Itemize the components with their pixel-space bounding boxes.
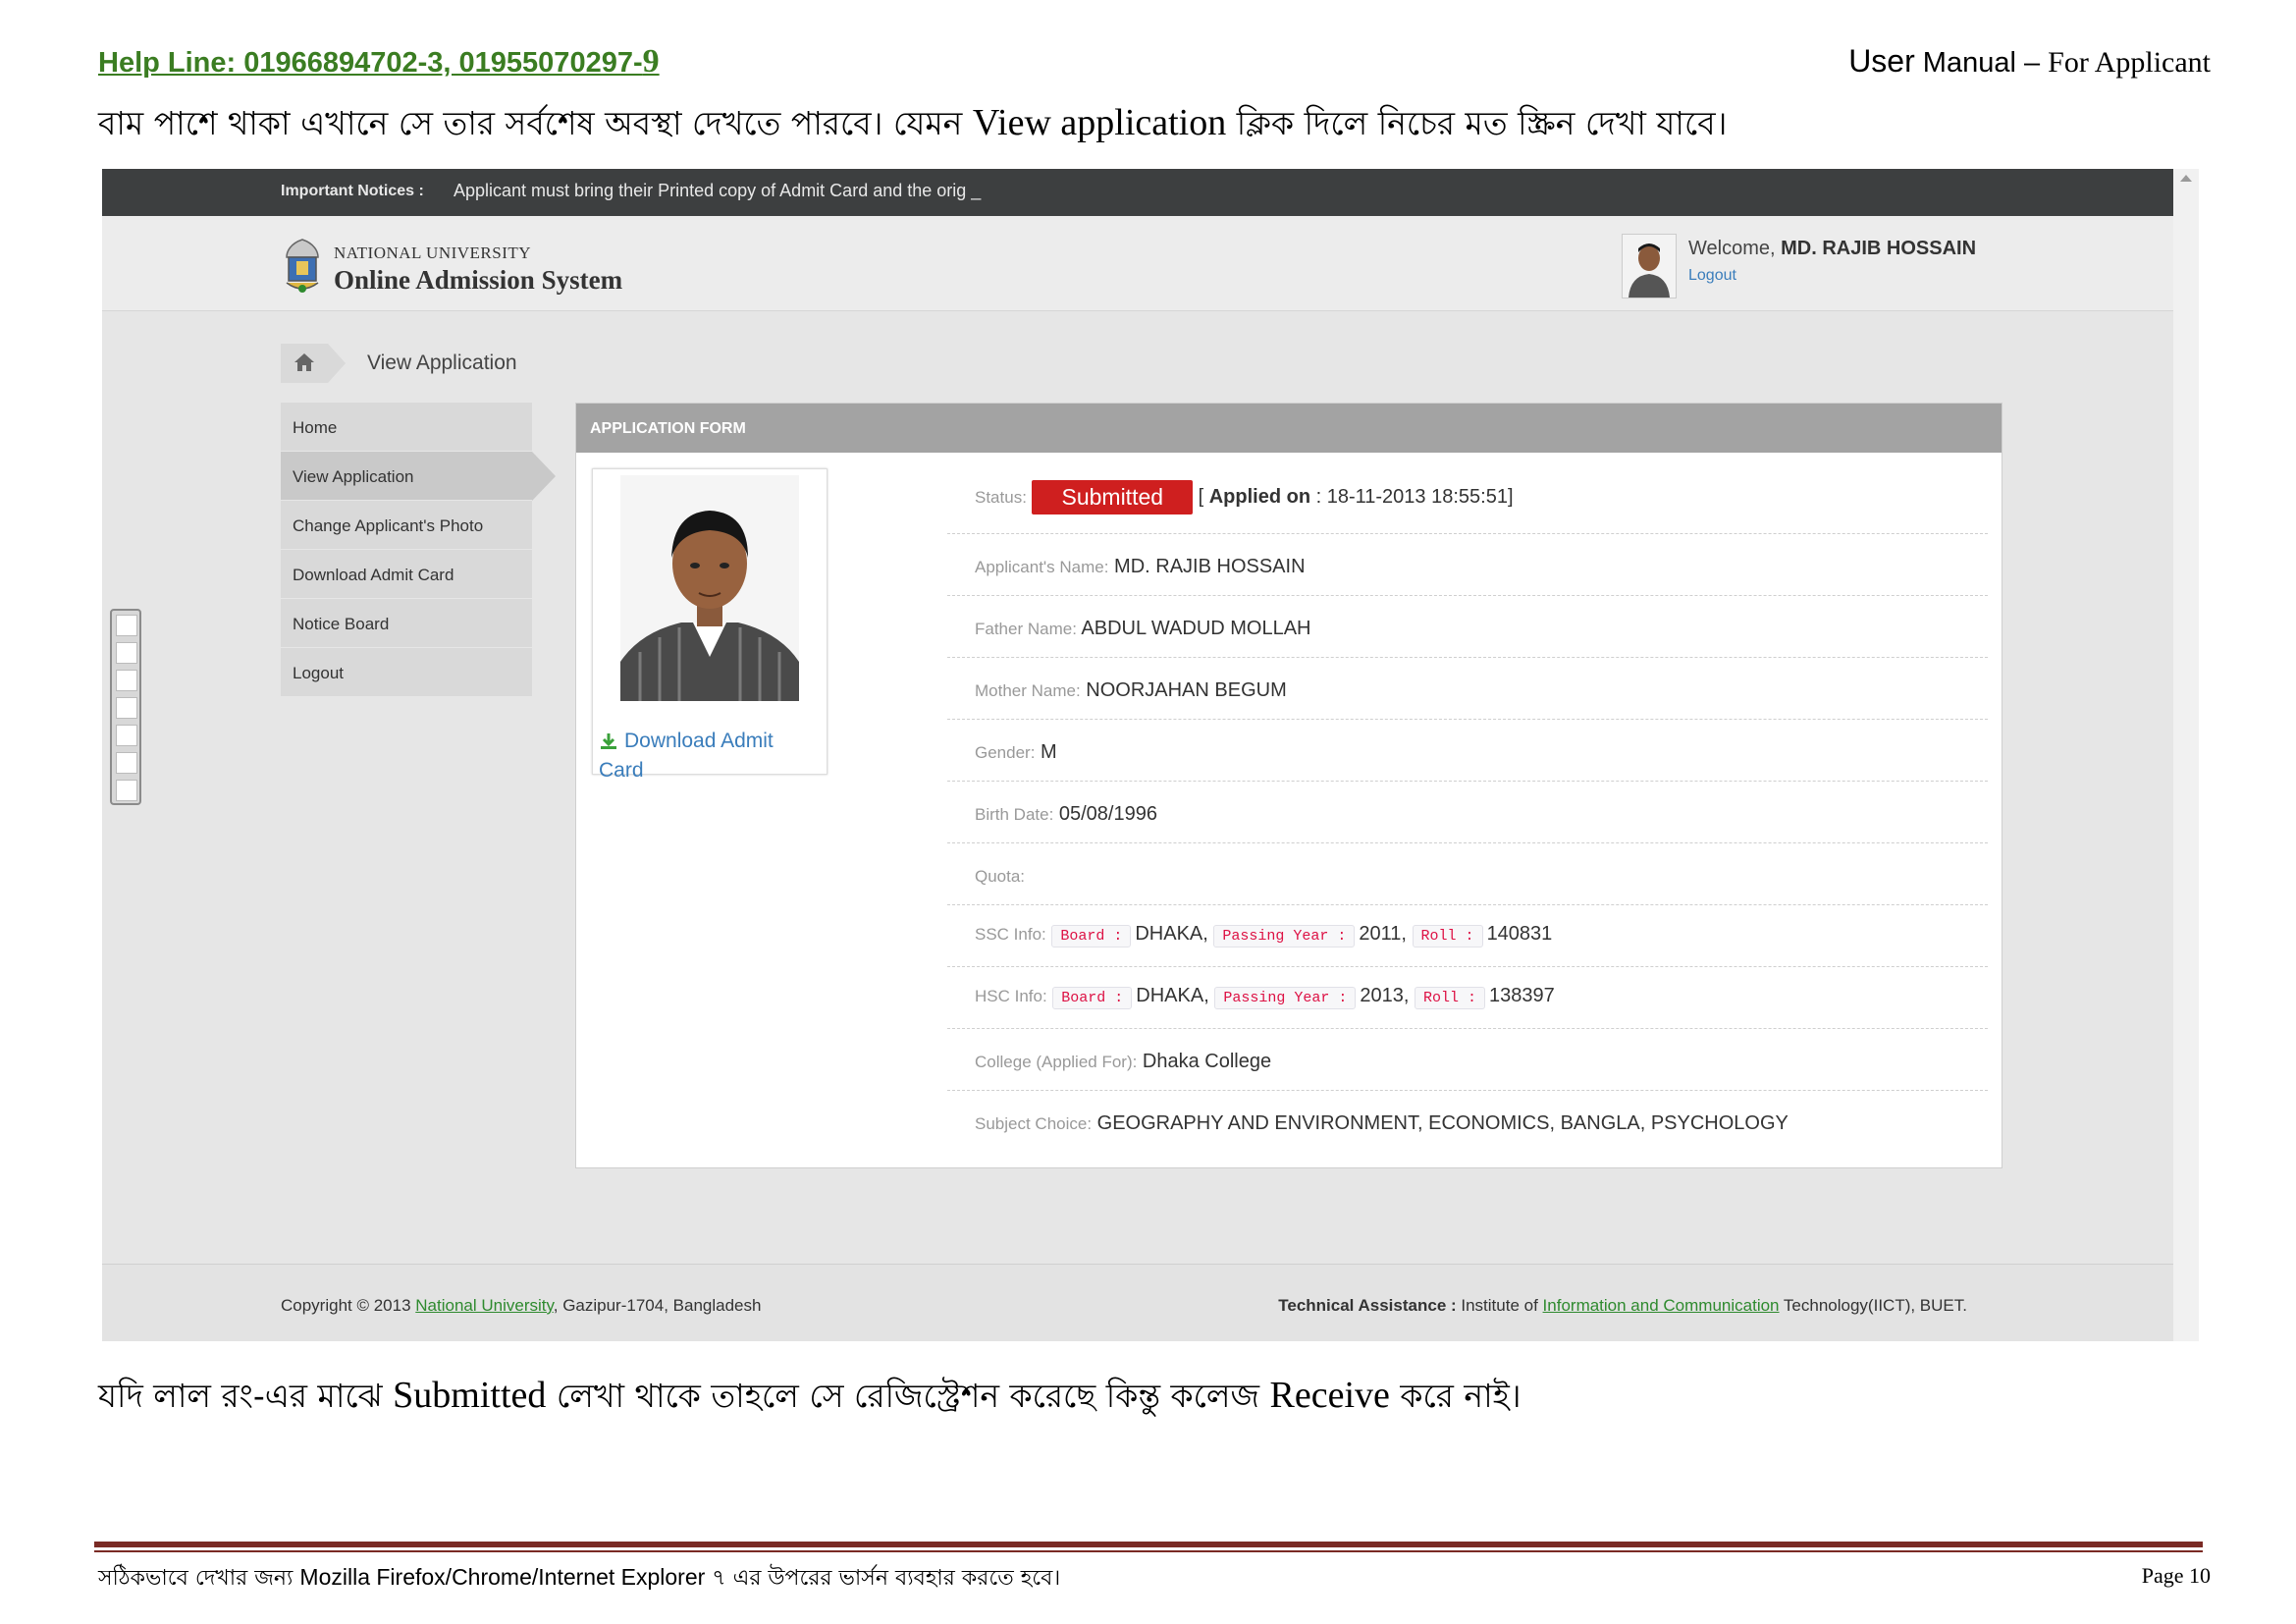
roll-tag: Roll : xyxy=(1414,987,1485,1009)
system-title: Online Admission System xyxy=(334,265,623,295)
tool-button[interactable] xyxy=(116,752,137,774)
scroll-up-icon[interactable] xyxy=(2180,175,2192,182)
helpline-text: Help Line: 01966894702-3, 01955070297-9 xyxy=(98,43,660,80)
sidebar-item-notice-board[interactable]: Notice Board xyxy=(281,599,532,647)
logout-link[interactable]: Logout xyxy=(1688,267,1736,285)
embedded-screenshot: Important Notices : Applicant must bring… xyxy=(102,169,2199,1341)
detail-row-mother: Mother Name: NOORJAHAN BEGUM xyxy=(947,658,1988,720)
page-scrollbar[interactable] xyxy=(2172,169,2199,1341)
panel-header: APPLICATION FORM xyxy=(576,404,2002,453)
browser-note: সঠিকভাবে দেখার জন্য Mozilla Firefox/Chro… xyxy=(98,1564,1061,1591)
detail-row-hsc: HSC Info: Board : DHAKA, Passing Year :20… xyxy=(947,967,1988,1029)
sidebar-nav: Home View Application Change Applicant's… xyxy=(281,403,556,697)
detail-row-father: Father Name: ABDUL WADUD MOLLAH xyxy=(947,596,1988,658)
status-badge: Submitted xyxy=(1032,480,1194,514)
detail-row-quota: Quota: xyxy=(947,843,1988,905)
tool-button[interactable] xyxy=(116,642,137,664)
site-footer: Copyright © 2013 National University, Ga… xyxy=(102,1264,2173,1341)
sidebar-item-home[interactable]: Home xyxy=(281,403,532,451)
passing-year-tag: Passing Year : xyxy=(1213,925,1356,947)
intro-paragraph: বাম পাশে থাকা এখানে সে তার সর্বশেষ অবস্থ… xyxy=(98,102,1728,143)
university-name: NATIONAL UNIVERSITY xyxy=(334,244,532,262)
side-toolbar[interactable] xyxy=(110,609,141,805)
site-header: NATIONAL UNIVERSITY Online Admission Sys… xyxy=(102,216,2173,311)
detail-row-college: College (Applied For): Dhaka College xyxy=(947,1029,1988,1091)
detail-row-subjects: Subject Choice: GEOGRAPHY AND ENVIRONMEN… xyxy=(975,1112,1789,1134)
detail-row-ssc: SSC Info: Board : DHAKA, Passing Year :20… xyxy=(947,905,1988,967)
note-paragraph: যদি লাল রং-এর মাঝে Submitted লেখা থাকে ত… xyxy=(98,1375,1522,1416)
application-details: Status: Submitted [ Applied on : 18-11-2… xyxy=(947,466,1988,1152)
download-icon xyxy=(601,733,616,750)
tool-button[interactable] xyxy=(116,725,137,746)
user-avatar xyxy=(1622,234,1677,298)
sidebar-item-change-photo[interactable]: Change Applicant's Photo xyxy=(281,501,532,549)
sidebar-item-download-admit[interactable]: Download Admit Card xyxy=(281,550,532,598)
national-university-link[interactable]: National University xyxy=(415,1296,553,1315)
board-tag: Board : xyxy=(1051,925,1132,947)
tool-button[interactable] xyxy=(116,670,137,691)
breadcrumb-home[interactable] xyxy=(281,344,346,383)
passing-year-tag: Passing Year : xyxy=(1214,987,1357,1009)
applied-on-label: Applied on xyxy=(1208,485,1311,508)
photo-card: Download Admit Card xyxy=(592,468,828,782)
university-logo-icon xyxy=(286,239,319,293)
tool-button[interactable] xyxy=(116,615,137,636)
sidebar-item-view-application[interactable]: View Application xyxy=(281,452,556,501)
welcome-text: Welcome, MD. RAJIB HOSSAIN xyxy=(1688,238,1977,259)
copyright-text: Copyright © 2013 National University, Ga… xyxy=(281,1296,762,1315)
notices-ticker: Applicant must bring their Printed copy … xyxy=(454,181,982,200)
manual-title: User Manual – For Applicant xyxy=(1848,43,2211,79)
tool-button[interactable] xyxy=(116,780,137,801)
detail-row-birth: Birth Date: 05/08/1996 xyxy=(947,782,1988,843)
iict-link[interactable]: Information and Communication xyxy=(1543,1296,1780,1315)
page-number: Page 10 xyxy=(2141,1563,2211,1588)
home-icon xyxy=(294,353,314,371)
tool-button[interactable] xyxy=(116,697,137,719)
technical-assistance-text: Technical Assistance : Institute of Info… xyxy=(1278,1296,1967,1315)
applicant-photo xyxy=(620,475,799,701)
applied-on-value: : 18-11-2013 18:55:51] xyxy=(1310,485,1514,508)
application-form-panel: APPLICATION FORM Download Admit Card Sta… xyxy=(575,403,2002,1168)
detail-row-status: Status: Submitted [ Applied on : 18-11-2… xyxy=(947,466,1988,534)
notices-label: Important Notices : xyxy=(281,183,424,199)
notices-bar: Important Notices : Applicant must bring… xyxy=(102,169,2173,216)
download-admit-card-link[interactable]: Download Admit Card xyxy=(599,727,815,785)
board-tag: Board : xyxy=(1052,987,1133,1009)
footer-rule-thin xyxy=(94,1550,2203,1552)
breadcrumb-current: View Application xyxy=(367,352,517,374)
detail-row-gender: Gender: M xyxy=(947,720,1988,782)
footer-rule xyxy=(94,1542,2203,1547)
roll-tag: Roll : xyxy=(1412,925,1483,947)
detail-row-name: Applicant's Name: MD. RAJIB HOSSAIN xyxy=(947,534,1988,596)
sidebar-item-logout[interactable]: Logout xyxy=(281,648,532,696)
